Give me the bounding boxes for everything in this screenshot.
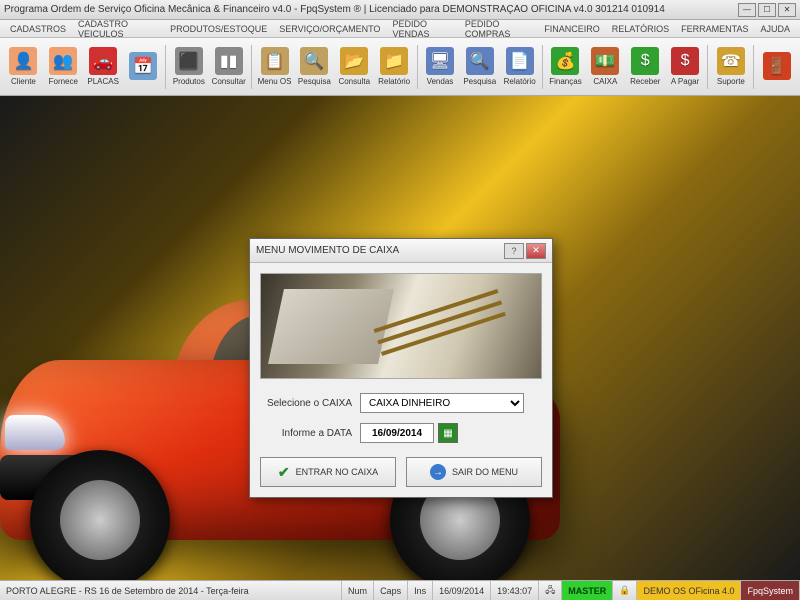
toolbar-consulta[interactable]: 📂Consulta [335, 41, 374, 93]
status-net-icon: 🖧 [539, 581, 562, 600]
toolbar-placas[interactable]: 🚗PLACAS [84, 41, 123, 93]
placas-icon: 🚗 [89, 47, 117, 75]
toolbar-receber[interactable]: $Receber [626, 41, 665, 93]
menubar: CADASTROSCADASTRO VEICULOSPRODUTOS/ESTOQ… [0, 20, 800, 38]
dialog-close-button[interactable]: ✕ [526, 243, 546, 259]
menu-ajuda[interactable]: AJUDA [754, 24, 796, 34]
maximize-button[interactable]: ☐ [758, 3, 776, 17]
status-demo: DEMO OS OFicina 4.0 [637, 581, 741, 600]
receber-icon: $ [631, 47, 659, 75]
close-button[interactable]: ✕ [778, 3, 796, 17]
toolbar-produtos[interactable]: ⬛Produtos [169, 41, 208, 93]
toolbar-relatório[interactable]: 📁Relatório [375, 41, 414, 93]
menu-pedidovendas[interactable]: PEDIDO VENDAS [386, 19, 458, 39]
consultar-icon: ▮▮ [215, 47, 243, 75]
data-input[interactable] [360, 423, 434, 443]
status-time: 19:43:07 [491, 581, 539, 600]
toolbar-finanças[interactable]: 💰Finanças [546, 41, 585, 93]
fornece-icon: 👥 [49, 47, 77, 75]
caixa-label: Selecione o CAIXA [260, 398, 360, 409]
toolbar-pesquisa[interactable]: 🔍Pesquisa [295, 41, 334, 93]
status-ins: Ins [408, 581, 433, 600]
toolbar: 👤Cliente👥Fornece🚗PLACAS📅 ⬛Produtos▮▮Consu… [0, 38, 800, 96]
menu-financeiro[interactable]: FINANCEIRO [538, 24, 606, 34]
menu-cadastros[interactable]: CADASTROS [4, 24, 72, 34]
a pagar-icon: $ [671, 47, 699, 75]
dialog-banner-image [260, 273, 542, 379]
produtos-icon: ⬛ [175, 47, 203, 75]
menu-produtosestoque[interactable]: PRODUTOS/ESTOQUE [164, 24, 273, 34]
status-brand: FpqSystem [741, 581, 800, 600]
pesquisa-icon: 🔍 [300, 47, 328, 75]
status-location: PORTO ALEGRE - RS 16 de Setembro de 2014… [0, 581, 342, 600]
toolbar-btn18[interactable]: 🚪 [757, 41, 796, 93]
caixa-select[interactable]: CAIXA DINHEIRO [360, 393, 524, 413]
workspace-background: MENU MOVIMENTO DE CAIXA ? ✕ Selecione o … [0, 96, 800, 580]
toolbar-cliente[interactable]: 👤Cliente [4, 41, 43, 93]
vendas-icon: 🖥 [426, 47, 454, 75]
sair-menu-button[interactable]: → SAIR DO MENU [406, 457, 542, 487]
status-num: Num [342, 581, 374, 600]
status-master: MASTER [562, 581, 613, 600]
entrar-caixa-button[interactable]: ✔ ENTRAR NO CAIXA [260, 457, 396, 487]
caixa-icon: 💵 [591, 47, 619, 75]
toolbar-relatório[interactable]: 📄Relatório [500, 41, 539, 93]
menu-serviooramento[interactable]: SERVIÇO/ORÇAMENTO [273, 24, 386, 34]
toolbar-caixa[interactable]: 💵CAIXA [586, 41, 625, 93]
status-date: 16/09/2014 [433, 581, 491, 600]
menu os-icon: 📋 [261, 47, 289, 75]
finanças-icon: 💰 [551, 47, 579, 75]
toolbar-menu os[interactable]: 📋Menu OS [255, 41, 294, 93]
toolbar-vendas[interactable]: 🖥Vendas [421, 41, 460, 93]
toolbar-btn3[interactable]: 📅 [124, 41, 163, 93]
menu-ferramentas[interactable]: FERRAMENTAS [675, 24, 754, 34]
minimize-button[interactable]: — [738, 3, 756, 17]
btn3-icon: 📅 [129, 52, 157, 80]
dialog-titlebar: MENU MOVIMENTO DE CAIXA ? ✕ [250, 239, 552, 263]
toolbar-consultar[interactable]: ▮▮Consultar [209, 41, 248, 93]
toolbar-suporte[interactable]: ☎Suporte [711, 41, 750, 93]
toolbar-a pagar[interactable]: $A Pagar [666, 41, 705, 93]
cliente-icon: 👤 [9, 47, 37, 75]
calendar-button[interactable]: ▦ [438, 423, 458, 443]
data-label: Informe a DATA [260, 428, 360, 439]
toolbar-fornece[interactable]: 👥Fornece [44, 41, 83, 93]
window-titlebar: Programa Ordem de Serviço Oficina Mecâni… [0, 0, 800, 20]
status-caps: Caps [374, 581, 408, 600]
menu-pedidocompras[interactable]: PEDIDO COMPRAS [459, 19, 538, 39]
menu-cadastroveiculos[interactable]: CADASTRO VEICULOS [72, 19, 164, 39]
check-icon: ✔ [278, 464, 290, 481]
suporte-icon: ☎ [717, 47, 745, 75]
statusbar: PORTO ALEGRE - RS 16 de Setembro de 2014… [0, 580, 800, 600]
pesquisa-icon: 🔍 [466, 47, 494, 75]
arrow-icon: → [430, 464, 446, 480]
window-title: Programa Ordem de Serviço Oficina Mecâni… [4, 4, 738, 15]
menu-relatrios[interactable]: RELATÓRIOS [606, 24, 675, 34]
dialog-help-button[interactable]: ? [504, 243, 524, 259]
toolbar-pesquisa[interactable]: 🔍Pesquisa [460, 41, 499, 93]
relatório-icon: 📄 [506, 47, 534, 75]
dialog-title: MENU MOVIMENTO DE CAIXA [256, 245, 502, 256]
status-lock-icon: 🔒 [613, 581, 637, 600]
btn18-icon: 🚪 [763, 52, 791, 80]
relatório-icon: 📁 [380, 47, 408, 75]
consulta-icon: 📂 [340, 47, 368, 75]
caixa-dialog: MENU MOVIMENTO DE CAIXA ? ✕ Selecione o … [249, 238, 553, 498]
